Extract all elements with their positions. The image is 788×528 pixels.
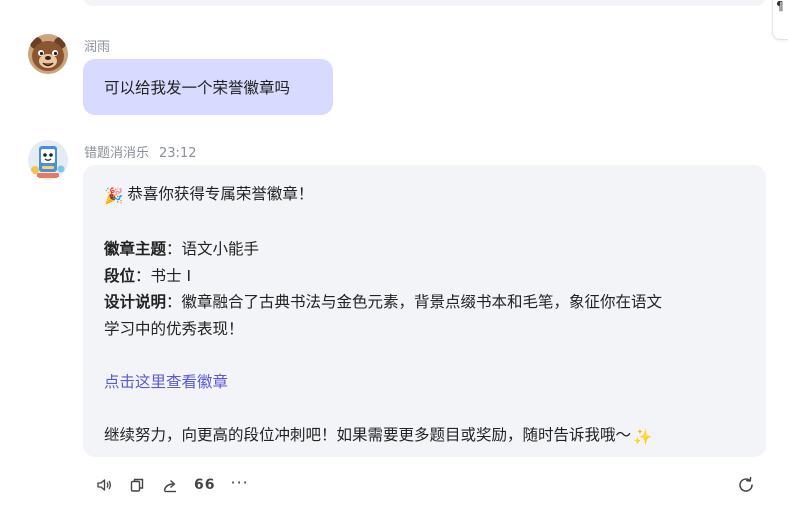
greeting-text: 恭喜你获得专属荣誉徽章！ xyxy=(127,185,314,203)
robot-book-avatar-icon xyxy=(28,140,68,180)
badge-rank-label: 段位 xyxy=(104,266,136,285)
badge-rank-value: ：书士 I xyxy=(135,266,192,285)
share-icon xyxy=(163,479,176,493)
view-badge-link[interactable]: 点击这里查看徽章 xyxy=(104,373,228,391)
read-aloud-button[interactable] xyxy=(95,476,113,494)
speaker-icon xyxy=(97,479,111,491)
badge-design-label: 设计说明 xyxy=(104,293,167,311)
user-message-text: 可以给我发一个荣誉徽章吗 xyxy=(104,79,291,97)
user-sender-name: 润雨 xyxy=(84,40,111,55)
bot-avatar[interactable] xyxy=(28,140,68,180)
bot-sender-label: 错题消消乐 xyxy=(84,146,150,161)
bot-message-bubble: 🎉 恭喜你获得专属荣誉徽章！ 徽章主题：语文小能手 段位：书士 I 设计说明：徽章… xyxy=(83,165,766,457)
copy-icon xyxy=(130,478,144,492)
previous-message-bubble xyxy=(83,0,766,6)
sparkles-icon: ✨ xyxy=(633,427,653,446)
bear-avatar-icon xyxy=(28,34,68,74)
side-widget[interactable]: ¶ xyxy=(772,0,788,40)
user-avatar[interactable] xyxy=(28,34,68,74)
message-timestamp: 23:12 xyxy=(159,146,197,161)
badge-design-value: ：徽章融合了古典书法与金色元素，背景点缀书本和毛笔，象征你在语文 xyxy=(166,293,663,311)
badge-theme-line: 徽章主题：语文小能手 xyxy=(104,236,746,263)
closing-text: 继续努力，向更高的段位冲刺吧！如果需要更多题目或奖励，随时告诉我哦～ xyxy=(104,425,632,444)
regenerate-button[interactable] xyxy=(736,475,756,499)
user-message-bubble: 可以给我发一个荣誉徽章吗 xyxy=(83,59,333,115)
side-widget-glyph: ¶ xyxy=(776,0,784,13)
closing-line: 继续努力，向更高的段位冲刺吧！如果需要更多题目或奖励，随时告诉我哦～ ✨ xyxy=(104,422,746,451)
quote-button[interactable]: 66 xyxy=(194,477,215,493)
copy-button[interactable] xyxy=(128,476,146,494)
badge-theme-value: ：语文小能手 xyxy=(166,240,260,258)
refresh-icon xyxy=(739,476,753,492)
badge-design-line-2: 学习中的优秀表现！ xyxy=(104,319,244,338)
bot-sender-name: 错题消消乐 23:12 xyxy=(84,142,196,161)
message-action-bar: 66 ··· xyxy=(95,473,264,496)
more-options-button[interactable]: ··· xyxy=(230,473,248,492)
party-popper-icon: 🎉 xyxy=(104,187,124,205)
badge-rank-line: 段位：书士 I xyxy=(104,263,746,290)
badge-theme-label: 徽章主题 xyxy=(104,240,167,258)
greeting-line: 🎉 恭喜你获得专属荣誉徽章！ xyxy=(104,181,746,210)
badge-design-line: 设计说明：徽章融合了古典书法与金色元素，背景点缀书本和毛笔，象征你在语文 xyxy=(104,289,746,316)
share-button[interactable] xyxy=(161,476,179,494)
